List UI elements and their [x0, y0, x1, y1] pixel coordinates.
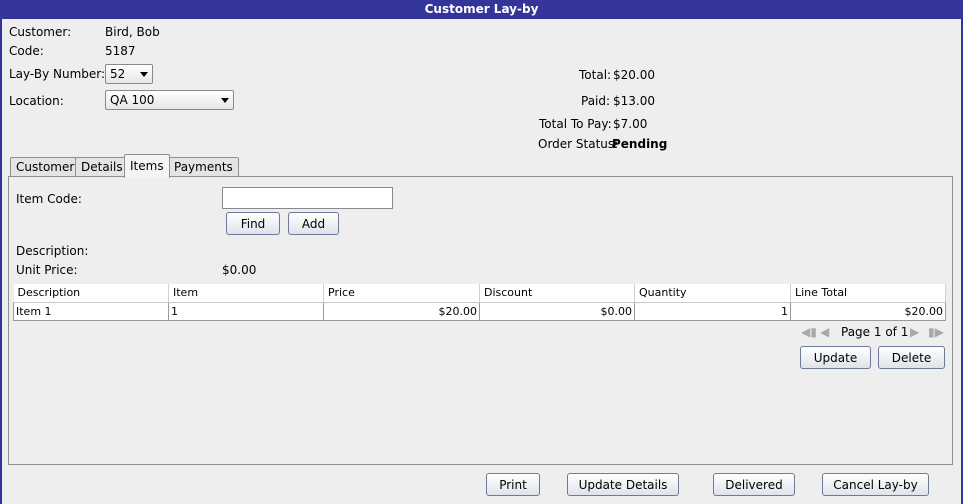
item-code-label: Item Code: — [16, 192, 82, 206]
column-header-item[interactable]: Item — [168, 284, 324, 303]
window-title: Customer Lay-by — [0, 0, 963, 19]
window-border-left — [0, 19, 2, 504]
cell-line-total[interactable]: $20.00 — [790, 302, 946, 321]
last-page-icon[interactable]: ▮▶ — [928, 325, 944, 339]
update-details-button[interactable]: Update Details — [567, 473, 679, 496]
unit-price-label: Unit Price: — [16, 263, 78, 277]
description-label: Description: — [16, 244, 89, 258]
print-button[interactable]: Print — [486, 473, 540, 496]
paid-label: Paid: — [581, 94, 611, 108]
chevron-down-icon — [140, 72, 148, 77]
delivered-button[interactable]: Delivered — [713, 473, 795, 496]
table-header-row: Description Item Price Discount Quantity… — [13, 284, 946, 303]
tab-payments[interactable]: Payments — [168, 157, 239, 177]
column-header-discount[interactable]: Discount — [479, 284, 635, 303]
layby-number-value: 52 — [110, 67, 126, 81]
layby-number-select[interactable]: 52 — [105, 64, 153, 84]
total-value: $20.00 — [613, 68, 655, 82]
unit-price-value: $0.00 — [222, 263, 257, 277]
tab-customer[interactable]: Customer — [10, 157, 81, 177]
next-page-icon[interactable]: ▶ — [910, 325, 919, 339]
cancel-layby-button[interactable]: Cancel Lay-by — [822, 473, 929, 496]
tab-items[interactable]: Items — [124, 154, 170, 178]
location-select[interactable]: QA 100 — [105, 90, 234, 110]
tab-details[interactable]: Details — [75, 157, 129, 177]
cell-item[interactable]: 1 — [168, 302, 324, 321]
update-button[interactable]: Update — [800, 346, 871, 369]
code-value: 5187 — [105, 44, 136, 58]
order-status-label: Order Status: — [538, 137, 619, 151]
total-label: Total: — [579, 68, 612, 82]
cell-price[interactable]: $20.00 — [323, 302, 480, 321]
table-row[interactable]: Item 1 1 $20.00 $0.00 1 $20.00 — [13, 302, 946, 321]
column-header-price[interactable]: Price — [323, 284, 480, 303]
layby-number-label: Lay-By Number: — [9, 67, 106, 81]
column-header-description[interactable]: Description — [13, 284, 169, 303]
previous-page-icon[interactable]: ◀ — [820, 325, 829, 339]
order-status-value: Pending — [612, 137, 668, 151]
first-page-icon[interactable]: ◀▮ — [801, 325, 817, 339]
total-to-pay-value: $7.00 — [613, 117, 648, 131]
items-table: Description Item Price Discount Quantity… — [13, 284, 946, 321]
cell-quantity[interactable]: 1 — [634, 302, 791, 321]
add-button[interactable]: Add — [288, 212, 339, 235]
page-indicator: Page 1 of 1 — [841, 325, 909, 339]
item-code-input[interactable] — [222, 187, 393, 209]
cell-discount[interactable]: $0.00 — [479, 302, 635, 321]
customer-value: Bird, Bob — [105, 25, 160, 39]
total-to-pay-label: Total To Pay: — [539, 117, 612, 131]
cell-description[interactable]: Item 1 — [13, 302, 169, 321]
paid-value: $13.00 — [613, 94, 655, 108]
column-header-line-total[interactable]: Line Total — [790, 284, 946, 303]
find-button[interactable]: Find — [226, 212, 280, 235]
delete-button[interactable]: Delete — [878, 346, 945, 369]
code-label: Code: — [9, 44, 44, 58]
column-header-quantity[interactable]: Quantity — [634, 284, 791, 303]
chevron-down-icon — [221, 98, 229, 103]
customer-label: Customer: — [9, 25, 72, 39]
location-value: QA 100 — [110, 93, 155, 107]
location-label: Location: — [9, 94, 64, 108]
